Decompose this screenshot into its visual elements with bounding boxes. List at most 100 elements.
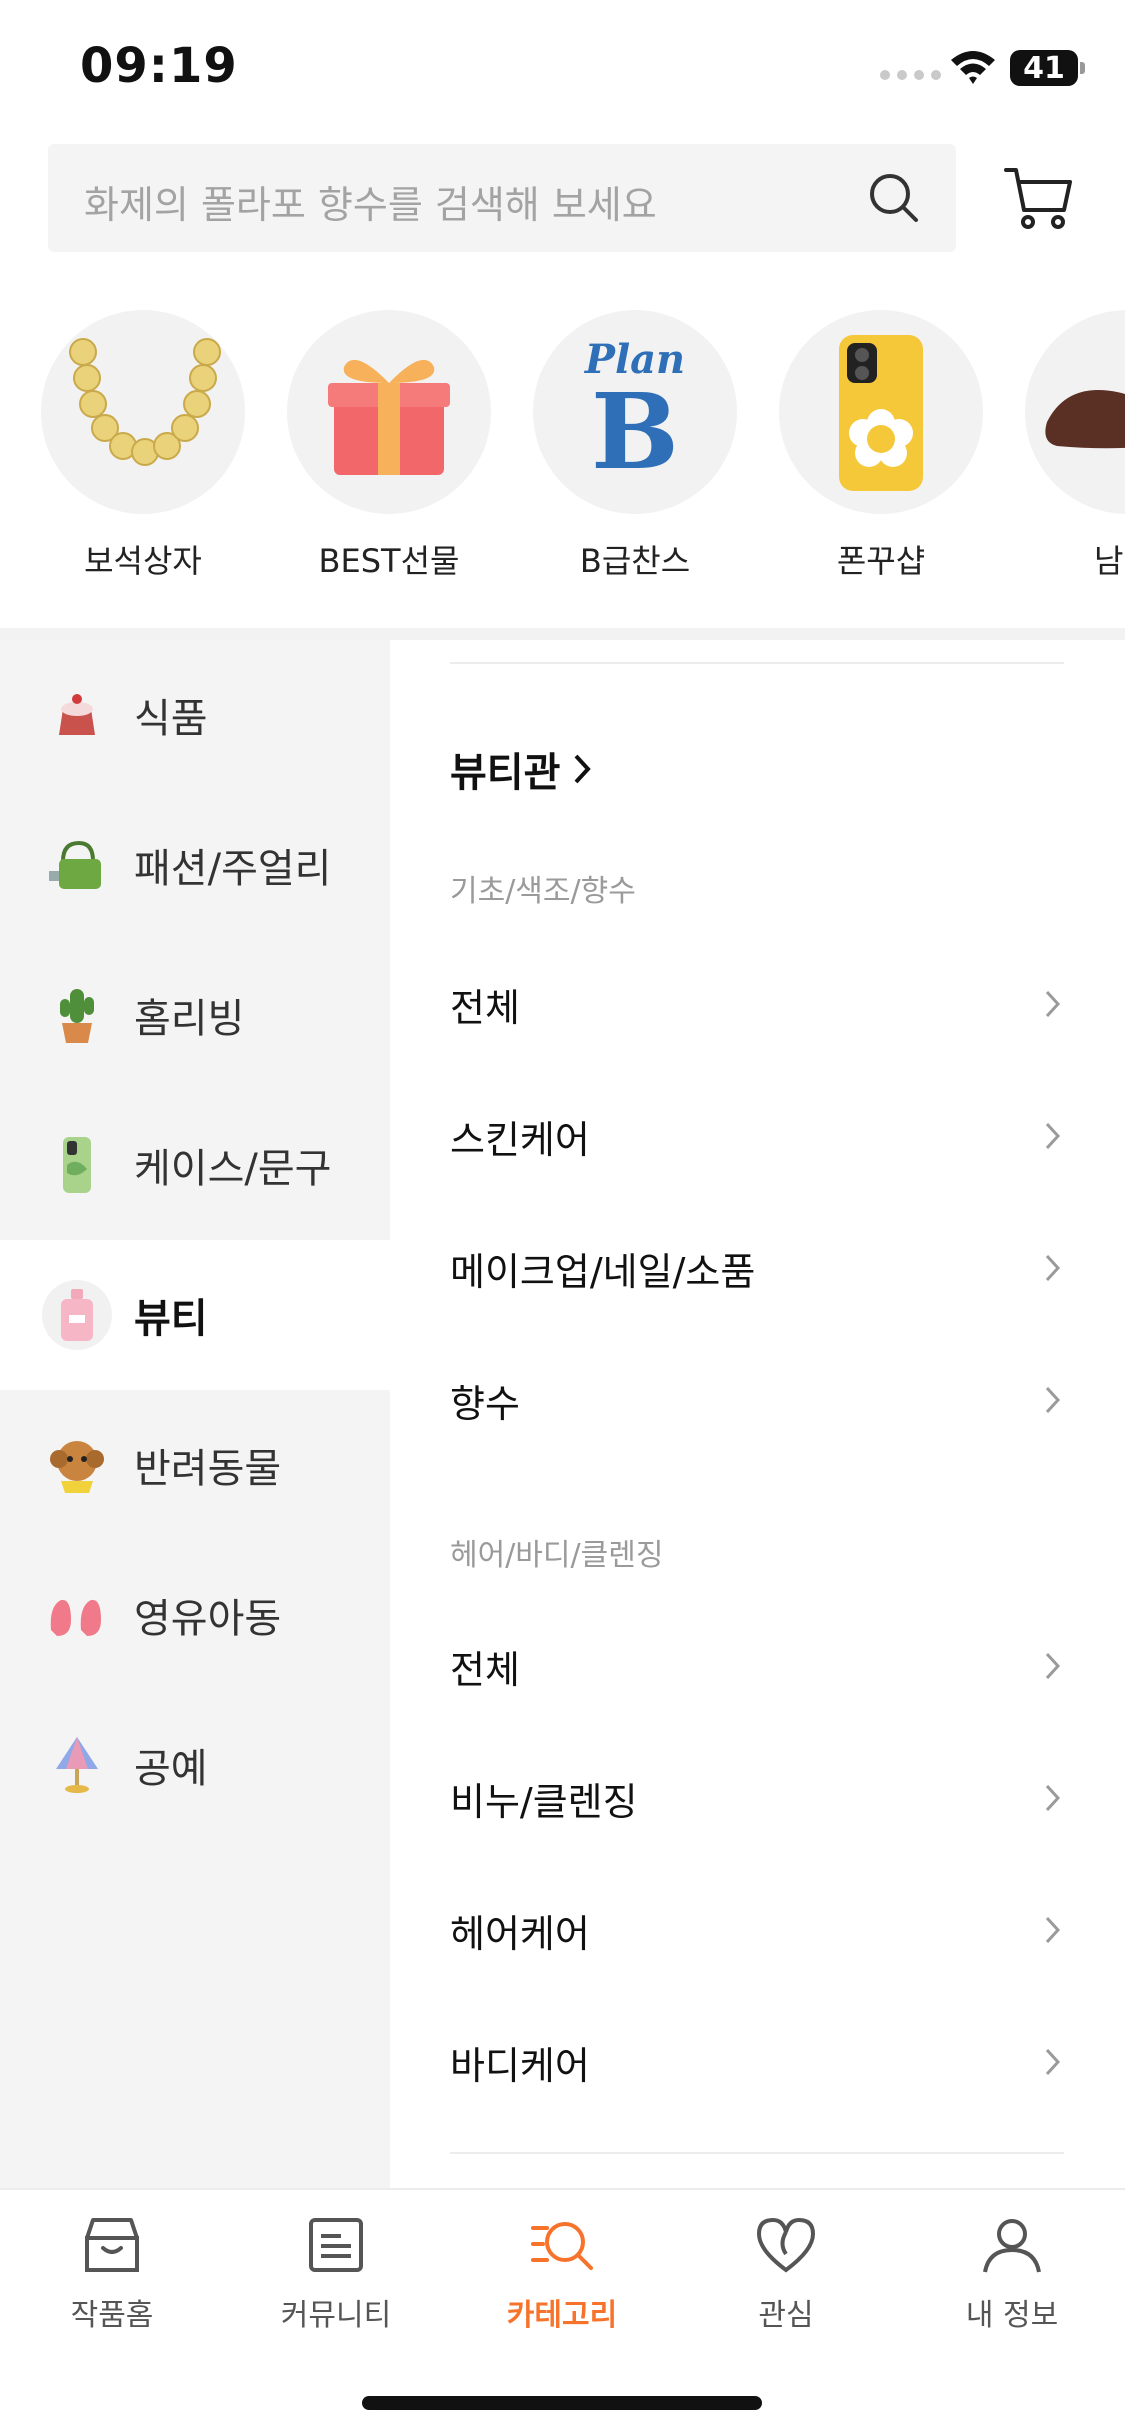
submenu-item-label: 바디케어 bbox=[450, 2043, 590, 2088]
chevron-right-icon bbox=[1045, 990, 1061, 1018]
story-b-grade-chance[interactable]: Plan B B급찬스 bbox=[530, 310, 740, 582]
status-time: 09:19 bbox=[80, 38, 238, 94]
category-label: 식품 bbox=[134, 696, 208, 742]
story-phone-deco-shop[interactable]: 폰꾸샵 bbox=[776, 310, 986, 582]
chevron-right-icon bbox=[1045, 1254, 1061, 1282]
submenu-item-haircare[interactable]: 헤어케어 bbox=[450, 1880, 1064, 1980]
search-input[interactable]: 화제의 폴라포 향수를 검색해 보세요 bbox=[48, 144, 956, 252]
category-item-beauty[interactable]: 뷰티 bbox=[0, 1240, 390, 1390]
lamp-icon bbox=[42, 1730, 112, 1800]
battery-icon: 41 bbox=[1010, 50, 1078, 86]
story-jewelry-box[interactable]: 보석상자 bbox=[38, 310, 248, 582]
chevron-right-icon bbox=[1045, 1916, 1061, 1944]
category-label: 반려동물 bbox=[134, 1446, 282, 1492]
chevron-right-icon bbox=[1045, 2048, 1061, 2076]
category-label: 영유아동 bbox=[134, 1596, 282, 1642]
category-item-food[interactable]: 식품 bbox=[0, 640, 390, 790]
chevron-right-icon bbox=[1045, 1122, 1061, 1150]
category-item-kids[interactable]: 영유아동 bbox=[0, 1540, 390, 1690]
shoe-image bbox=[1025, 310, 1125, 514]
divider bbox=[450, 662, 1064, 664]
status-bar: 09:19 41 bbox=[0, 0, 1125, 140]
submenu-item-makeup[interactable]: 메이크업/네일/소품 bbox=[450, 1218, 1064, 1318]
baby-shoes-icon bbox=[42, 1580, 112, 1650]
tab-label: 작품홈 bbox=[70, 2298, 154, 2333]
cake-icon bbox=[42, 680, 112, 750]
submenu-item-label: 전체 bbox=[450, 1647, 520, 1692]
cart-icon[interactable] bbox=[1000, 160, 1076, 236]
subcategory-panel: 뷰티관 기초/색조/향수 전체 스킨케어 메이크업/네일/소품 향수 헤어/바디… bbox=[390, 640, 1125, 2188]
section-divider bbox=[0, 628, 1125, 640]
chevron-right-icon bbox=[1045, 1386, 1061, 1414]
tab-my-info[interactable]: 내 정보 bbox=[912, 2210, 1112, 2334]
category-label: 패션/주얼리 bbox=[134, 846, 332, 892]
tab-favorites[interactable]: 관심 bbox=[686, 2210, 886, 2334]
cactus-icon bbox=[42, 980, 112, 1050]
category-label: 홈리빙 bbox=[134, 996, 245, 1042]
tab-community[interactable]: 커뮤니티 bbox=[236, 2210, 436, 2334]
submenu-item-soap-cleansing[interactable]: 비누/클렌징 bbox=[450, 1748, 1064, 1848]
submenu-item-skincare[interactable]: 스킨케어 bbox=[450, 1086, 1064, 1186]
category-item-case-stationery[interactable]: 케이스/문구 bbox=[0, 1090, 390, 1240]
beauty-hall-label: 뷰티관 bbox=[450, 750, 561, 796]
tab-category[interactable]: 카테고리 bbox=[462, 2210, 662, 2334]
profile-icon bbox=[983, 2219, 1041, 2273]
group-title: 기초/색조/향수 bbox=[450, 874, 636, 909]
category-item-fashion[interactable]: 패션/주얼리 bbox=[0, 790, 390, 940]
story-label: BEST선물 bbox=[318, 542, 460, 580]
story-label: B급찬스 bbox=[579, 542, 691, 580]
submenu-item-perfume[interactable]: 향수 bbox=[450, 1350, 1064, 1450]
bag-icon bbox=[42, 830, 112, 900]
home-indicator bbox=[362, 2396, 762, 2410]
necklace-image bbox=[41, 310, 245, 514]
phone-case-image bbox=[779, 310, 983, 514]
submenu-item-label: 향수 bbox=[450, 1381, 520, 1426]
chevron-right-icon bbox=[574, 754, 592, 784]
plan-b-logo: Plan B bbox=[533, 310, 737, 514]
submenu-item-bodycare[interactable]: 바디케어 bbox=[450, 2012, 1064, 2112]
tab-home[interactable]: 작품홈 bbox=[12, 2210, 212, 2334]
story-men[interactable]: 남 bbox=[1022, 310, 1125, 582]
community-icon bbox=[309, 2218, 363, 2272]
perfume-bottle-icon bbox=[42, 1280, 112, 1350]
battery-cap bbox=[1080, 62, 1085, 74]
gift-box-image bbox=[287, 310, 491, 514]
wifi-icon bbox=[951, 51, 995, 84]
tab-label: 커뮤니티 bbox=[280, 2298, 392, 2333]
dog-icon bbox=[42, 1430, 112, 1500]
category-item-pets[interactable]: 반려동물 bbox=[0, 1390, 390, 1540]
submenu-item-label: 전체 bbox=[450, 985, 520, 1030]
category-item-crafts[interactable]: 공예 bbox=[0, 1690, 390, 1840]
heart-icon bbox=[756, 2217, 816, 2273]
category-label: 공예 bbox=[134, 1746, 208, 1792]
search-icon[interactable] bbox=[864, 168, 924, 228]
category-sidebar: 식품 패션/주얼리 홈리빙 케이스/문구 뷰티 반려동물 영유아동 공예 bbox=[0, 640, 390, 2188]
submenu-item-all[interactable]: 전체 bbox=[450, 954, 1064, 1054]
group-title: 헤어/바디/클렌징 bbox=[450, 1538, 664, 1573]
story-label: 폰꾸샵 bbox=[836, 542, 926, 580]
chevron-right-icon bbox=[1045, 1784, 1061, 1812]
story-label: 남 bbox=[1094, 542, 1124, 580]
tab-label: 관심 bbox=[758, 2298, 814, 2333]
store-icon bbox=[85, 2218, 139, 2272]
category-search-icon bbox=[531, 2222, 593, 2270]
category-label: 뷰티 bbox=[134, 1296, 208, 1342]
phone-case-icon bbox=[42, 1130, 112, 1200]
chevron-right-icon bbox=[1045, 1652, 1061, 1680]
category-label: 케이스/문구 bbox=[134, 1146, 332, 1192]
submenu-item-label: 비누/클렌징 bbox=[450, 1779, 638, 1824]
beauty-hall-link[interactable]: 뷰티관 bbox=[450, 740, 594, 798]
submenu-item-label: 헤어케어 bbox=[450, 1911, 590, 1956]
submenu-item-label: 메이크업/네일/소품 bbox=[450, 1249, 756, 1294]
plan-b-logo-main: B bbox=[591, 370, 679, 493]
divider bbox=[450, 2152, 1064, 2154]
search-placeholder: 화제의 폴라포 향수를 검색해 보세요 bbox=[84, 183, 657, 227]
tab-label: 카테고리 bbox=[506, 2298, 618, 2333]
submenu-item-label: 스킨케어 bbox=[450, 1117, 590, 1162]
story-best-gift[interactable]: BEST선물 bbox=[284, 310, 494, 582]
submenu-item-all[interactable]: 전체 bbox=[450, 1616, 1064, 1716]
category-item-home-living[interactable]: 홈리빙 bbox=[0, 940, 390, 1090]
story-label: 보석상자 bbox=[84, 542, 202, 580]
cellular-signal-icon bbox=[880, 70, 941, 80]
tab-label: 내 정보 bbox=[965, 2298, 1059, 2333]
